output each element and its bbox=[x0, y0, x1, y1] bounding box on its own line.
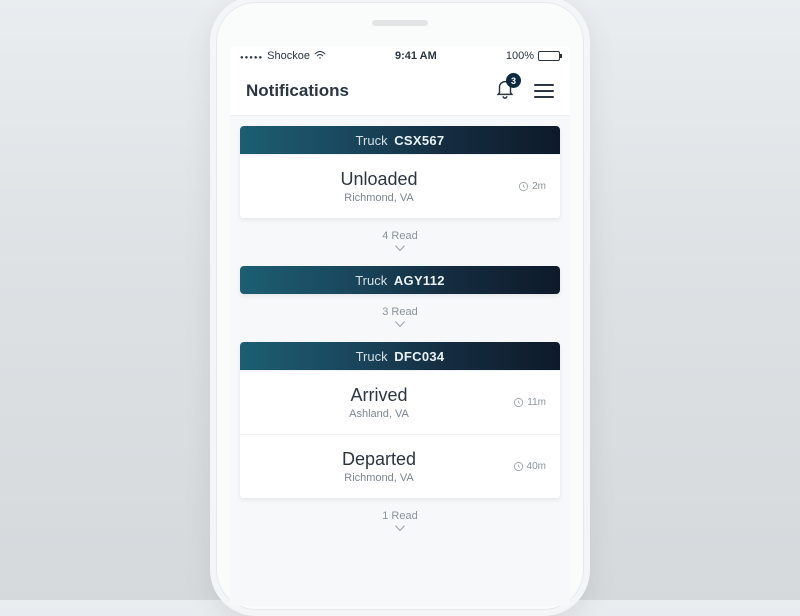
status-bar: Shockoe 9:41 AM 100% bbox=[230, 46, 570, 66]
read-expand[interactable]: 4 Read bbox=[240, 226, 560, 266]
phone-speaker bbox=[372, 20, 428, 26]
battery-label: 100% bbox=[506, 50, 534, 62]
notifications-button[interactable]: 3 bbox=[494, 77, 516, 104]
clock-icon bbox=[513, 461, 524, 472]
read-expand[interactable]: 1 Read bbox=[240, 506, 560, 546]
chevron-down-icon bbox=[240, 243, 560, 256]
status-label: Unloaded bbox=[254, 169, 504, 190]
location-label: Ashland, VA bbox=[254, 408, 504, 420]
truck-code: DFC034 bbox=[394, 349, 444, 364]
signal-dots-icon bbox=[240, 50, 263, 62]
nav-bar: Notifications 3 bbox=[230, 66, 570, 116]
wifi-icon bbox=[314, 50, 326, 63]
clock-icon bbox=[518, 181, 529, 192]
battery-icon bbox=[538, 51, 560, 61]
notification-row[interactable]: Unloaded Richmond, VA 2m bbox=[240, 154, 560, 218]
notification-badge: 3 bbox=[506, 73, 521, 88]
location-label: Richmond, VA bbox=[254, 192, 504, 204]
truck-card-header[interactable]: Truck CSX567 bbox=[240, 126, 560, 154]
truck-card: Truck AGY112 bbox=[240, 266, 560, 294]
chevron-down-icon bbox=[240, 523, 560, 536]
read-count: 3 Read bbox=[240, 306, 560, 318]
status-label: Departed bbox=[254, 449, 504, 470]
truck-prefix: Truck bbox=[355, 273, 387, 288]
status-label: Arrived bbox=[254, 385, 504, 406]
truck-card-header[interactable]: Truck AGY112 bbox=[240, 266, 560, 294]
truck-card-header[interactable]: Truck DFC034 bbox=[240, 342, 560, 370]
read-count: 1 Read bbox=[240, 510, 560, 522]
timestamp: 40m bbox=[504, 461, 546, 472]
carrier-label: Shockoe bbox=[267, 50, 310, 62]
truck-code: AGY112 bbox=[394, 273, 445, 288]
phone-screen: Shockoe 9:41 AM 100% Notifications 3 bbox=[230, 46, 570, 606]
read-count: 4 Read bbox=[240, 230, 560, 242]
read-expand[interactable]: 3 Read bbox=[240, 302, 560, 342]
menu-button[interactable] bbox=[534, 84, 554, 98]
truck-card: Truck CSX567 Unloaded Richmond, VA 2m bbox=[240, 126, 560, 218]
clock-icon bbox=[513, 397, 524, 408]
truck-card: Truck DFC034 Arrived Ashland, VA 11m D bbox=[240, 342, 560, 498]
truck-code: CSX567 bbox=[394, 133, 444, 148]
truck-prefix: Truck bbox=[356, 133, 388, 148]
timestamp: 2m bbox=[504, 181, 546, 192]
notification-row[interactable]: Departed Richmond, VA 40m bbox=[240, 434, 560, 498]
phone-frame: Shockoe 9:41 AM 100% Notifications 3 bbox=[210, 0, 590, 616]
timestamp: 11m bbox=[504, 397, 546, 408]
page-title: Notifications bbox=[246, 81, 349, 101]
notification-row[interactable]: Arrived Ashland, VA 11m bbox=[240, 370, 560, 434]
clock: 9:41 AM bbox=[395, 50, 437, 62]
truck-prefix: Truck bbox=[356, 349, 388, 364]
location-label: Richmond, VA bbox=[254, 472, 504, 484]
chevron-down-icon bbox=[240, 319, 560, 332]
notifications-list[interactable]: Truck CSX567 Unloaded Richmond, VA 2m 4 … bbox=[230, 116, 570, 606]
